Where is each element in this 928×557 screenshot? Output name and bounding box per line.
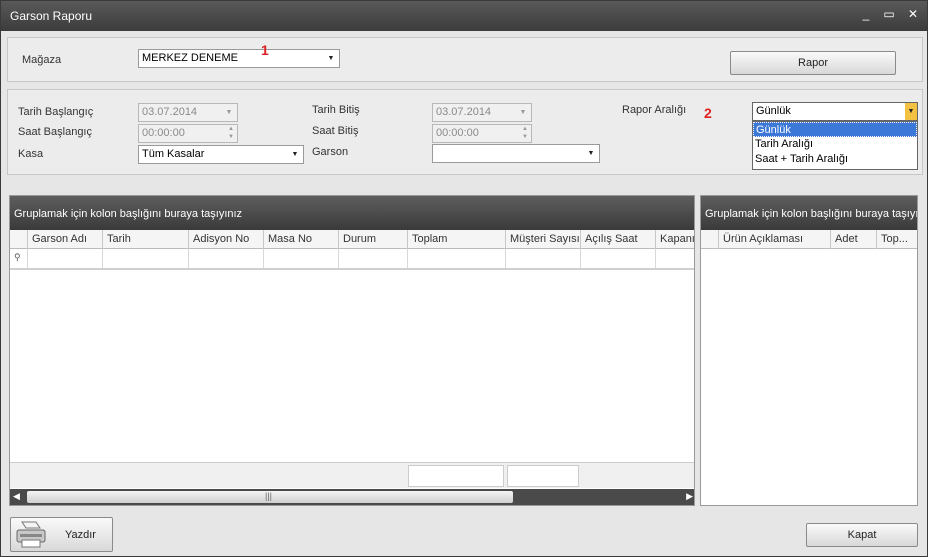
spinner-icon[interactable]: ▲ ▼ xyxy=(225,125,237,142)
kapat-button[interactable]: Kapat xyxy=(806,523,918,547)
rapor-araligi-dropdown: Günlük Tarih Aralığı Saat + Tarih Aralığ… xyxy=(752,121,918,170)
tarih-bitis-value: 03.07.2014 xyxy=(436,106,492,118)
spinner-icon[interactable]: ▲ ▼ xyxy=(519,125,531,142)
garson-label: Garson xyxy=(312,146,349,158)
column-musteri-sayisi[interactable]: Müşteri Sayısı xyxy=(506,230,581,249)
kasa-value: Tüm Kasalar xyxy=(142,148,205,160)
rapor-araligi-label: Rapor Aralığı xyxy=(622,104,687,116)
column-masa-no[interactable]: Masa No xyxy=(264,230,339,249)
garson-raporu-window: Garson Raporu _ ▭ ✕ Mağaza MERKEZ DENEME… xyxy=(0,0,928,557)
saat-bitis-label: Saat Bitiş xyxy=(312,125,359,137)
summary-cell-musteri xyxy=(507,465,579,487)
magaza-label: Mağaza xyxy=(22,54,62,66)
column-durum[interactable]: Durum xyxy=(339,230,408,249)
option-tarih-araligi[interactable]: Tarih Aralığı xyxy=(753,137,917,152)
left-filter-row[interactable]: ⚲ xyxy=(10,249,694,270)
chevron-down-icon[interactable]: ▼ xyxy=(515,104,531,121)
close-icon[interactable]: ✕ xyxy=(904,7,922,23)
column-urun-aciklamasi[interactable]: Ürün Açıklaması xyxy=(719,230,831,249)
chevron-down-icon[interactable]: ▼ xyxy=(323,50,339,67)
saat-bitis-field[interactable]: 00:00:00 ▲ ▼ xyxy=(432,124,532,143)
kasa-combo[interactable]: Tüm Kasalar ▼ xyxy=(138,145,304,164)
store-panel: Mağaza MERKEZ DENEME ▼ 1 Rapor xyxy=(7,37,923,82)
left-group-panel[interactable]: Gruplamak için kolon başlığını buraya ta… xyxy=(10,196,694,230)
scroll-left-icon[interactable]: ◀ xyxy=(13,491,20,502)
yazdir-button[interactable]: Yazdır xyxy=(10,517,113,552)
filter-cell[interactable] xyxy=(189,249,264,268)
window-title: Garson Raporu xyxy=(10,9,93,23)
column-garson-adi[interactable]: Garson Adı xyxy=(28,230,103,249)
right-grid: Gruplamak için kolon başlığını buraya ta… xyxy=(700,195,918,506)
tarih-bitis-label: Tarih Bitiş xyxy=(312,104,360,116)
annotation-2: 2 xyxy=(704,105,712,121)
chevron-down-icon[interactable]: ▼ xyxy=(221,104,237,121)
saat-baslangic-field[interactable]: 00:00:00 ▲ ▼ xyxy=(138,124,238,143)
filter-icon[interactable]: ⚲ xyxy=(10,249,28,268)
left-grid: Gruplamak için kolon başlığını buraya ta… xyxy=(9,195,695,506)
column-acilis-saat[interactable]: Açılış Saat xyxy=(581,230,656,249)
yazdir-label: Yazdır xyxy=(65,529,96,541)
tarih-baslangic-label: Tarih Başlangıç xyxy=(18,106,94,118)
printer-icon xyxy=(16,521,46,548)
column-adet[interactable]: Adet xyxy=(831,230,877,249)
tarih-baslangic-value: 03.07.2014 xyxy=(142,106,198,118)
column-toplam[interactable]: Toplam xyxy=(408,230,506,249)
row-indicator-header xyxy=(701,230,719,249)
magaza-combo[interactable]: MERKEZ DENEME ▼ xyxy=(138,49,340,68)
kasa-label: Kasa xyxy=(18,148,44,160)
column-tarih[interactable]: Tarih xyxy=(103,230,189,249)
column-toplam-right[interactable]: Top... xyxy=(877,230,917,249)
chevron-down-icon[interactable]: ▼ xyxy=(287,146,303,163)
title-bar[interactable]: Garson Raporu _ ▭ ✕ xyxy=(1,1,927,31)
left-summary-footer xyxy=(10,462,694,488)
right-group-panel[interactable]: Gruplamak için kolon başlığını buraya ta… xyxy=(701,196,917,230)
summary-cell-toplam xyxy=(408,465,504,487)
right-column-header: Ürün Açıklaması Adet Top... xyxy=(701,230,917,249)
chevron-down-icon[interactable]: ▼ xyxy=(905,103,917,120)
maximize-icon[interactable]: ▭ xyxy=(880,7,898,23)
minimize-icon[interactable]: _ xyxy=(857,7,875,23)
saat-bitis-value: 00:00:00 xyxy=(436,127,479,139)
saat-baslangic-label: Saat Başlangıç xyxy=(18,126,92,138)
magaza-value: MERKEZ DENEME xyxy=(142,52,238,64)
option-saat-tarih-araligi[interactable]: Saat + Tarih Aralığı xyxy=(753,152,917,167)
filter-cell[interactable] xyxy=(103,249,189,268)
horizontal-scrollbar[interactable]: ◀ ||| ▶ xyxy=(10,489,694,505)
grip-icon: ||| xyxy=(265,491,273,501)
option-gunluk[interactable]: Günlük xyxy=(753,122,917,137)
filter-cell[interactable] xyxy=(408,249,506,268)
rapor-araligi-combo[interactable]: Günlük ▼ xyxy=(752,102,918,121)
filter-cell[interactable] xyxy=(581,249,656,268)
filter-cell[interactable] xyxy=(506,249,581,268)
filter-cell[interactable] xyxy=(264,249,339,268)
column-kapanis[interactable]: Kapanış xyxy=(656,230,694,249)
row-indicator-header xyxy=(10,230,28,249)
left-column-header: Garson Adı Tarih Adisyon No Masa No Duru… xyxy=(10,230,694,249)
scroll-right-icon[interactable]: ▶ xyxy=(686,491,693,502)
tarih-baslangic-field[interactable]: 03.07.2014 ▼ xyxy=(138,103,238,122)
filter-cell[interactable] xyxy=(339,249,408,268)
saat-baslangic-value: 00:00:00 xyxy=(142,127,185,139)
annotation-1: 1 xyxy=(261,42,269,58)
rapor-araligi-value: Günlük xyxy=(756,105,791,117)
filter-cell[interactable] xyxy=(28,249,103,268)
scroll-thumb[interactable]: ||| xyxy=(27,491,513,503)
garson-combo[interactable]: ▼ xyxy=(432,144,600,163)
rapor-button[interactable]: Rapor xyxy=(730,51,896,75)
tarih-bitis-field[interactable]: 03.07.2014 ▼ xyxy=(432,103,532,122)
chevron-down-icon[interactable]: ▼ xyxy=(583,145,599,162)
column-adisyon-no[interactable]: Adisyon No xyxy=(189,230,264,249)
